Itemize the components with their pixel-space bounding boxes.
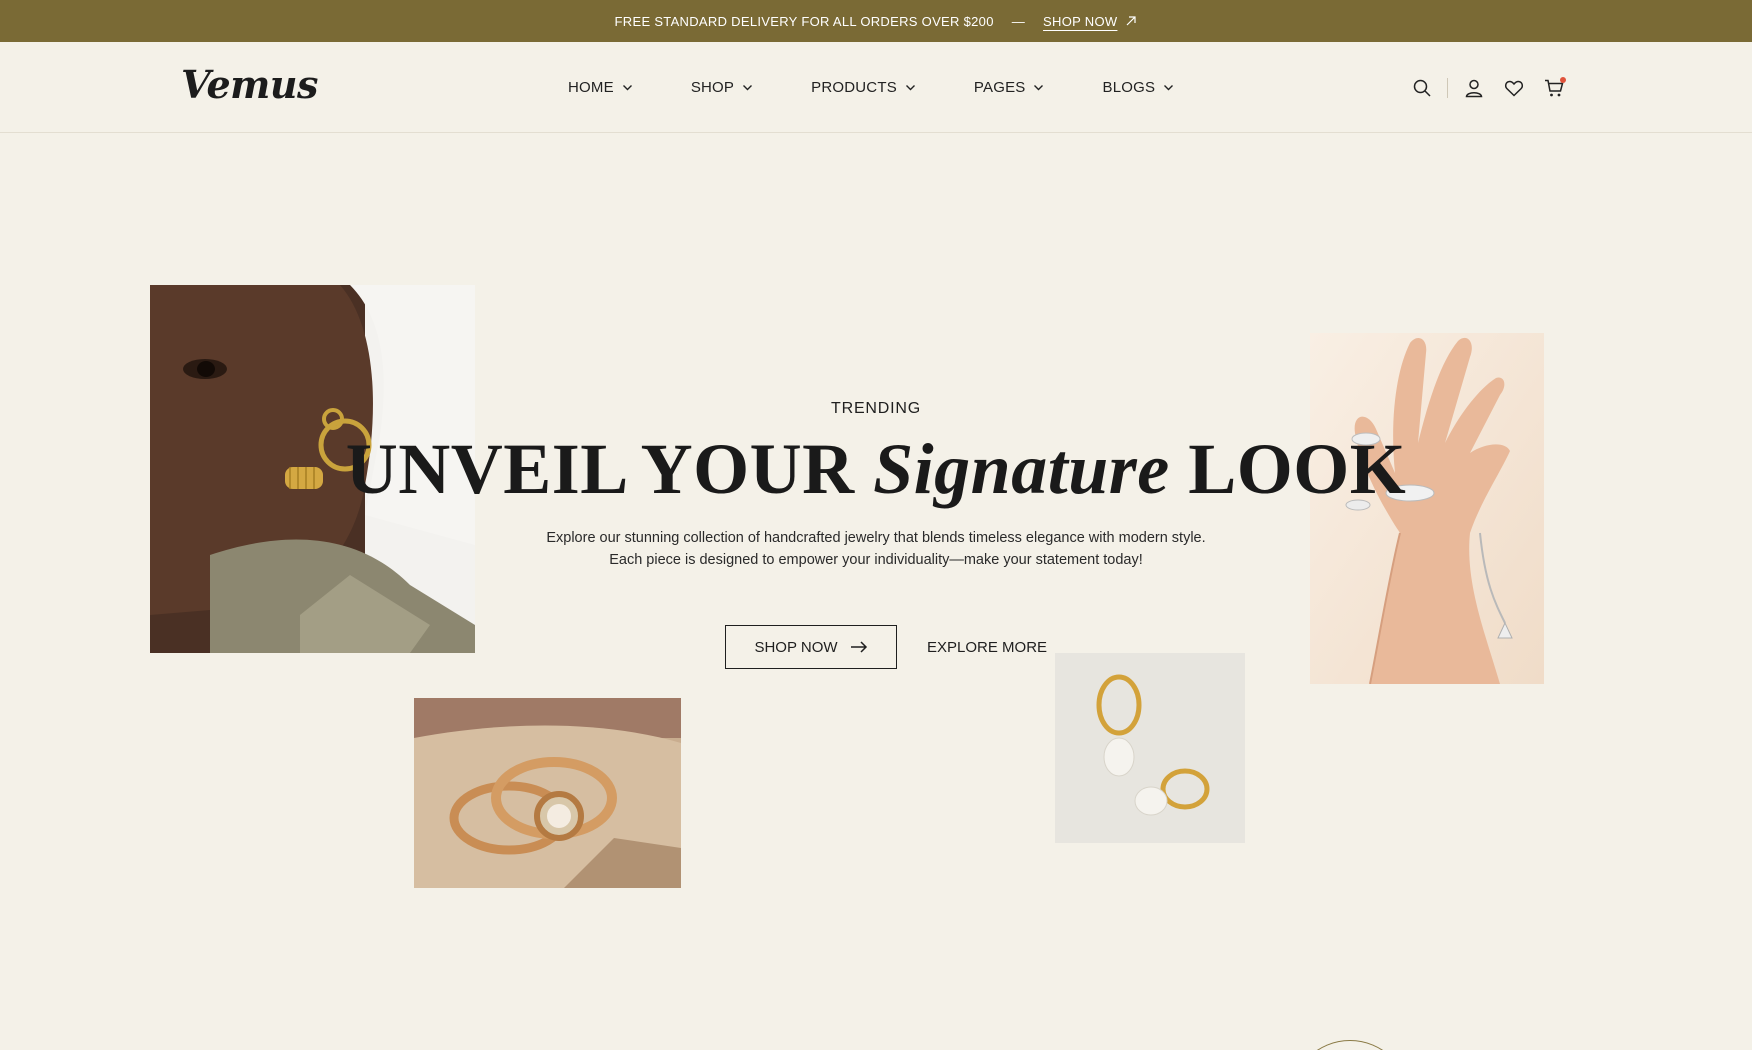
announcement-shop-label: SHOP NOW — [1043, 13, 1118, 29]
announcement-bar: FREE STANDARD DELIVERY FOR ALL ORDERS OV… — [0, 0, 1752, 42]
hero-image-engagement-ring — [414, 698, 681, 888]
user-icon[interactable] — [1464, 78, 1484, 98]
announcement-text: FREE STANDARD DELIVERY FOR ALL ORDERS OV… — [614, 13, 994, 29]
heart-icon[interactable] — [1504, 78, 1524, 98]
chevron-down-icon — [905, 85, 915, 91]
hero-description: Explore our stunning collection of handc… — [0, 527, 1752, 571]
nav-item-label: HOME — [568, 79, 614, 96]
nav-item-pages[interactable]: PAGES — [974, 79, 1045, 96]
main-nav: HOME SHOP PRODUCTS PAGES BLOGS — [568, 42, 1174, 133]
site-header: Vemus HOME SHOP PRODUCTS PAGES BLOGS — [0, 42, 1752, 133]
hero-description-line: Each piece is designed to empower your i… — [609, 552, 1143, 568]
hero-title-part1: UNVEIL YOUR — [345, 429, 874, 509]
brand-logo[interactable]: Vemus — [181, 62, 318, 107]
nav-item-label: PRODUCTS — [811, 79, 897, 96]
hero-title-part2: LOOK — [1169, 429, 1407, 509]
nav-item-label: SHOP — [690, 79, 735, 96]
cart-badge — [1560, 76, 1566, 83]
nav-item-label: BLOGS — [1102, 79, 1156, 96]
chevron-down-icon — [1034, 85, 1044, 91]
hero-title: UNVEIL YOUR Signature LOOK — [0, 428, 1752, 511]
chevron-down-icon — [1164, 85, 1174, 91]
announcement-shop-link[interactable]: SHOP NOW — [1043, 14, 1137, 29]
nav-item-shop[interactable]: SHOP — [691, 79, 753, 96]
shop-now-button[interactable]: SHOP NOW — [725, 625, 897, 669]
hero-title-emphasis: Signature — [873, 429, 1170, 509]
header-actions — [1412, 42, 1566, 133]
cart-button[interactable] — [1544, 76, 1566, 98]
hero-eyebrow: TRENDING — [831, 400, 921, 417]
nav-item-products[interactable]: PRODUCTS — [811, 79, 916, 96]
header-divider — [1447, 77, 1448, 98]
nav-item-label: PAGES — [973, 79, 1026, 96]
chevron-down-icon — [743, 85, 753, 91]
decorative-arc — [1290, 1040, 1410, 1050]
explore-more-link[interactable]: EXPLORE MORE — [927, 625, 1047, 669]
arrow-right-icon — [850, 641, 867, 653]
nav-item-home[interactable]: HOME — [568, 79, 633, 96]
hero-image-pearl-earrings — [1055, 653, 1245, 843]
announcement-separator: — — [1011, 13, 1026, 29]
search-icon[interactable] — [1412, 78, 1432, 98]
arrow-up-right-icon — [1127, 16, 1137, 26]
hero-description-line: Explore our stunning collection of handc… — [546, 530, 1206, 546]
nav-item-blogs[interactable]: BLOGS — [1102, 79, 1174, 96]
shop-now-label: SHOP NOW — [754, 638, 838, 656]
chevron-down-icon — [622, 85, 632, 91]
